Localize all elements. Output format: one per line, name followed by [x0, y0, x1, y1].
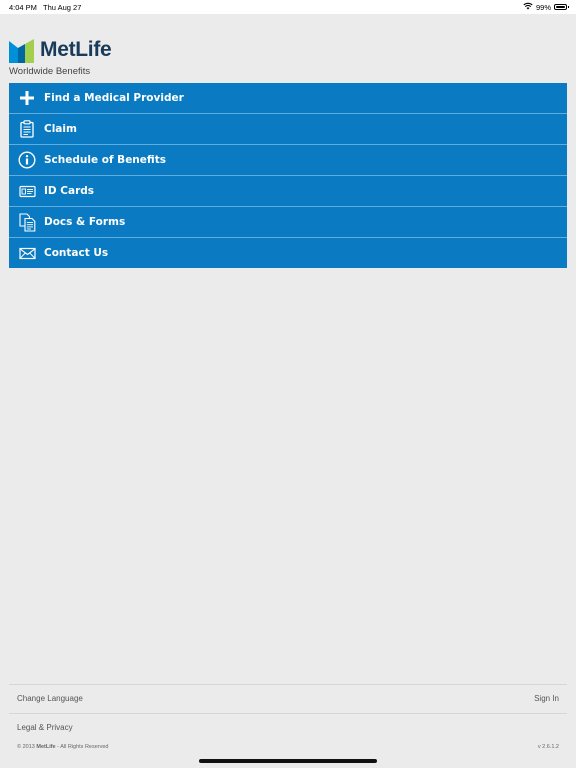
info-icon	[18, 151, 36, 169]
wifi-icon	[523, 2, 533, 12]
brand-name: MetLife	[40, 38, 112, 61]
menu-item-claim[interactable]: Claim	[9, 114, 567, 145]
brand-subtitle: Worldwide Benefits	[9, 66, 91, 77]
battery-level	[556, 6, 565, 8]
copyright-row: © 2013 MetLife - All Rights Reserved v 2…	[9, 742, 567, 756]
menu-item-label: ID Cards	[44, 185, 95, 197]
clipboard-icon	[18, 120, 36, 138]
menu-item-label: Contact Us	[44, 247, 109, 259]
copyright-prefix: © 2013	[17, 744, 35, 750]
status-bar: 4:04 PM Thu Aug 27 99%	[0, 0, 576, 14]
sign-in-link[interactable]: Sign In	[534, 694, 559, 703]
app-header: MetLife Worldwide Benefits	[9, 38, 209, 78]
menu-item-schedule-of-benefits[interactable]: Schedule of Benefits	[9, 145, 567, 176]
menu-item-docs-forms[interactable]: Docs & Forms	[9, 207, 567, 238]
legal-privacy-link[interactable]: Legal & Privacy	[17, 723, 73, 732]
footer: Change Language Sign In Legal & Privacy …	[9, 684, 567, 756]
menu-item-find-medical-provider[interactable]: Find a Medical Provider	[9, 83, 567, 114]
copyright-text: © 2013 MetLife - All Rights Reserved	[17, 744, 109, 750]
envelope-icon	[18, 244, 36, 262]
app-version: v 2.6.1.2	[537, 744, 559, 750]
metlife-logo-icon	[9, 39, 34, 63]
menu-item-id-cards[interactable]: ID Cards	[9, 176, 567, 207]
menu-item-label: Docs & Forms	[44, 216, 126, 228]
battery-percent: 99%	[535, 2, 551, 12]
main-menu: Find a Medical Provider Claim Schedule o…	[9, 83, 567, 268]
status-indicators: 99%	[523, 2, 569, 12]
battery-icon	[554, 4, 569, 10]
copyright-suffix: - All Rights Reserved	[57, 744, 109, 750]
status-time: 4:04 PM	[9, 3, 37, 12]
menu-item-label: Claim	[44, 123, 77, 135]
menu-item-label: Schedule of Benefits	[44, 154, 166, 166]
id-card-icon	[18, 182, 36, 200]
home-indicator[interactable]	[199, 759, 377, 763]
copyright-brand: MetLife	[36, 744, 56, 750]
footer-row-legal: Legal & Privacy	[9, 713, 567, 742]
plus-icon	[18, 89, 36, 107]
menu-item-contact-us[interactable]: Contact Us	[9, 238, 567, 268]
menu-item-label: Find a Medical Provider	[44, 92, 184, 104]
documents-icon	[18, 212, 36, 232]
footer-row-language: Change Language Sign In	[9, 684, 567, 713]
status-date: Thu Aug 27	[43, 3, 82, 12]
change-language-link[interactable]: Change Language	[17, 694, 83, 703]
